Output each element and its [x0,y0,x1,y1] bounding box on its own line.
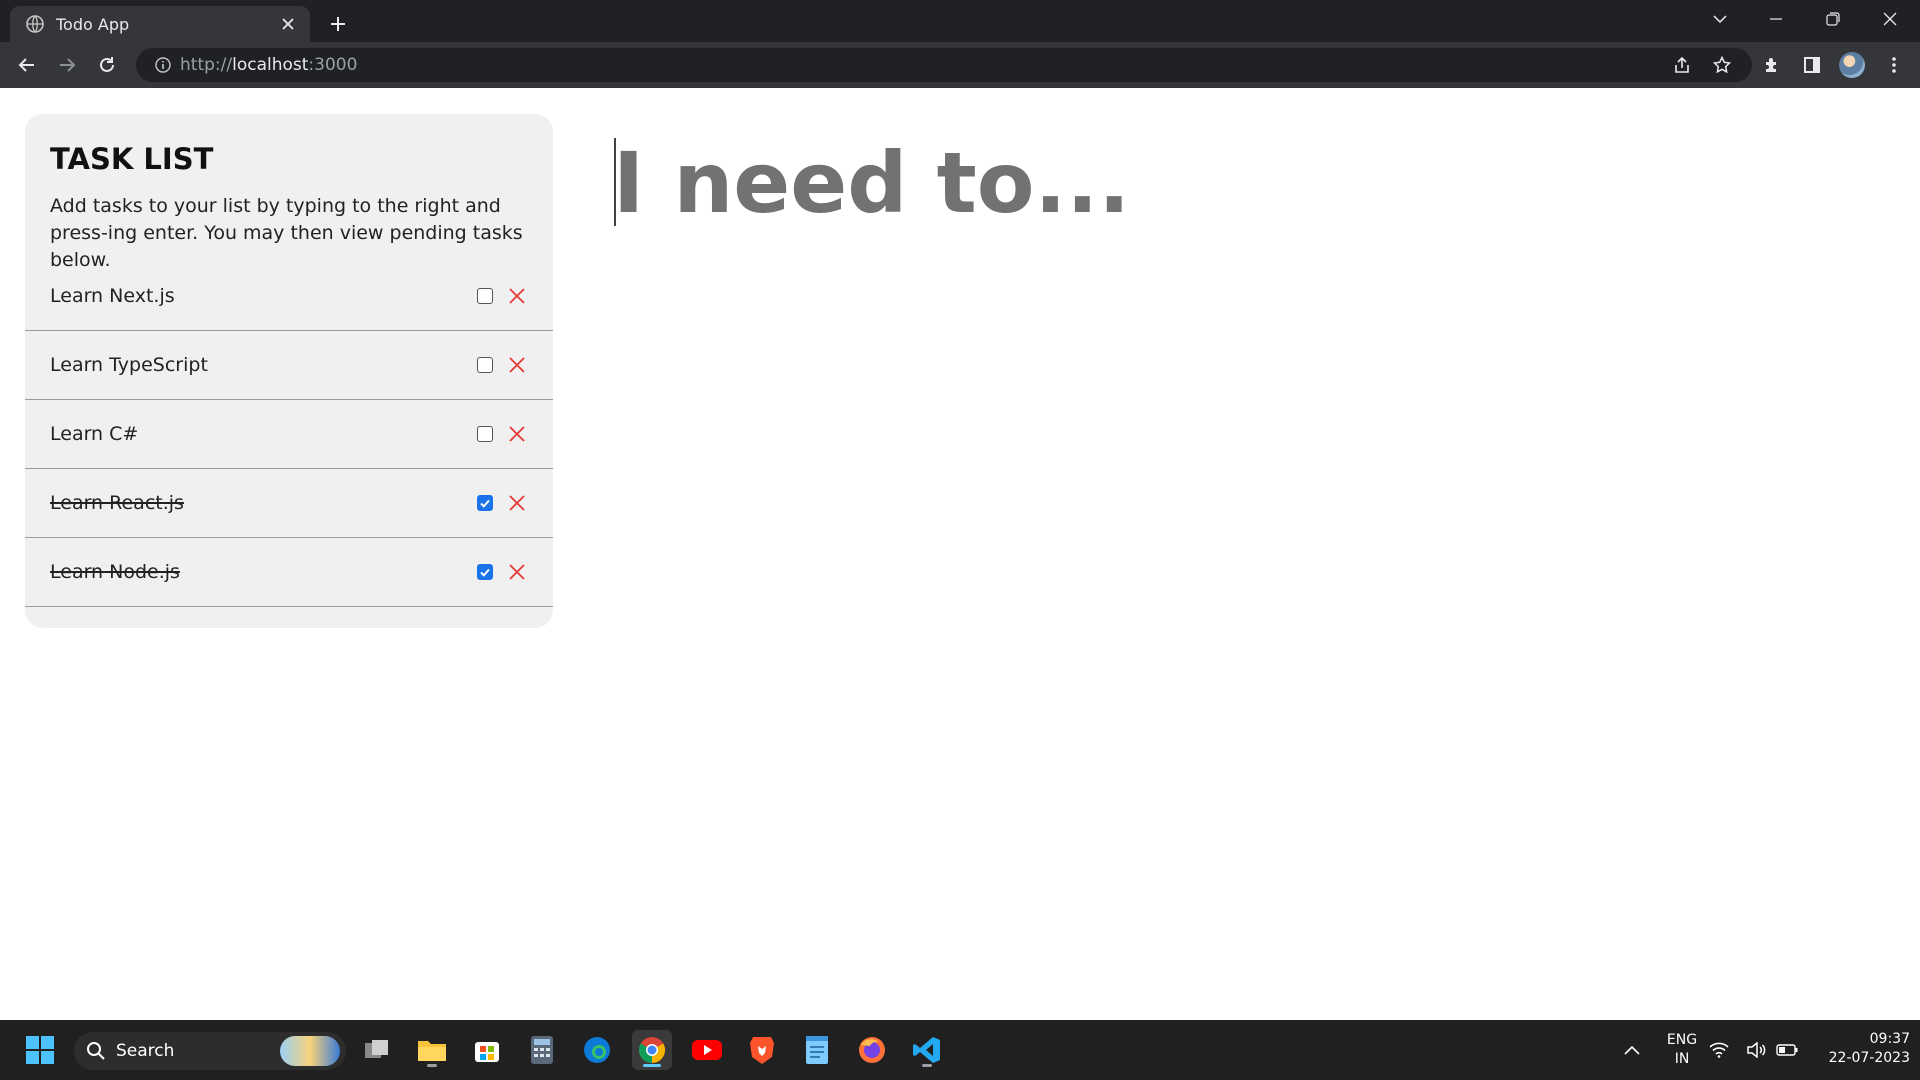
delete-task-icon[interactable] [507,355,527,375]
youtube-icon[interactable] [687,1030,727,1070]
task-list-panel: TASK LIST Add tasks to your list by typi… [25,114,553,628]
running-indicator [643,1064,661,1067]
minimize-icon[interactable] [1748,0,1804,38]
tray-chevron-icon[interactable] [1612,1030,1652,1070]
address-bar[interactable]: http://localhost:3000 [136,48,1752,82]
text-caret [614,138,616,226]
task-checkbox[interactable] [477,495,493,511]
task-row: Learn Node.js [25,538,553,607]
running-indicator [427,1064,437,1067]
star-icon[interactable] [1706,49,1738,81]
task-checkbox[interactable] [477,357,493,373]
clock-date: 22-07-2023 [1828,1050,1910,1066]
browser-toolbar: http://localhost:3000 [0,42,1920,88]
task-label: Learn TypeScript [50,354,208,376]
chevron-down-icon[interactable] [1692,0,1748,38]
clock-time: 09:37 [1869,1031,1910,1047]
back-icon[interactable] [11,49,43,81]
edge-icon[interactable] [577,1030,617,1070]
task-label: Learn React.js [50,492,184,514]
task-list: Learn Next.js Learn TypeScript Learn C# Lea… [25,262,553,607]
search-icon [86,1041,106,1061]
task-row: Learn C# [25,400,553,469]
task-checkbox[interactable] [477,426,493,442]
delete-task-icon[interactable] [507,424,527,444]
browser-tab[interactable]: Todo App [10,6,310,42]
firefox-icon[interactable] [852,1030,892,1070]
windows-start-icon[interactable] [20,1030,60,1070]
search-highlight-art [280,1036,340,1066]
taskbar-search[interactable]: Search [74,1032,346,1070]
close-icon[interactable] [274,10,302,38]
calculator-icon[interactable] [522,1030,562,1070]
checkmark-icon [480,499,490,508]
plus-icon[interactable] [322,8,354,40]
task-checkbox[interactable] [477,564,493,580]
window-close-icon[interactable] [1862,0,1918,38]
page-content: TASK LIST Add tasks to your list by typi… [0,88,1920,1020]
task-row: Learn TypeScript [25,331,553,400]
running-indicator [922,1064,932,1067]
share-icon[interactable] [1666,49,1698,81]
restore-icon[interactable] [1805,0,1861,38]
wifi-icon[interactable] [1707,1030,1731,1070]
checkmark-icon [480,568,490,577]
task-view-icon[interactable] [357,1030,397,1070]
store-icon[interactable] [467,1030,507,1070]
task-input[interactable] [613,128,1813,238]
url-host: localhost [232,55,309,75]
windows-taskbar: Search ENG IN 09:37 22-07-2023 [0,1020,1920,1080]
language-line2: IN [1674,1051,1690,1067]
notepad-icon[interactable] [797,1030,837,1070]
task-checkbox[interactable] [477,288,493,304]
file-explorer-icon[interactable] [412,1030,452,1070]
delete-task-icon[interactable] [507,493,527,513]
url-scheme: http:// [180,55,233,75]
info-icon[interactable] [146,48,180,82]
volume-icon[interactable] [1745,1030,1769,1070]
task-row: Learn Next.js [25,262,553,331]
brave-icon[interactable] [742,1030,782,1070]
task-row: Learn React.js [25,469,553,538]
url-port: :3000 [308,55,358,75]
taskbar-search-label: Search [116,1041,175,1061]
menu-icon[interactable] [1878,49,1910,81]
delete-task-icon[interactable] [507,562,527,582]
tab-title: Todo App [56,14,130,34]
forward-icon[interactable] [51,49,83,81]
reload-icon[interactable] [91,49,123,81]
globe-icon [26,15,44,33]
language-line1: ENG [1666,1032,1698,1048]
side-panel-icon[interactable] [1796,49,1828,81]
task-label: Learn C# [50,423,139,445]
chrome-icon[interactable] [632,1030,672,1070]
vscode-icon[interactable] [907,1030,947,1070]
language-indicator[interactable]: ENG IN [1662,1031,1702,1069]
panel-title: TASK LIST [50,142,214,176]
extensions-icon[interactable] [1756,49,1788,81]
browser-tab-bar: Todo App [0,0,1920,42]
profile-avatar[interactable] [1839,52,1865,78]
task-label: Learn Next.js [50,285,175,307]
clock[interactable]: 09:37 22-07-2023 [1810,1030,1910,1068]
battery-icon[interactable] [1775,1030,1799,1070]
delete-task-icon[interactable] [507,286,527,306]
task-label: Learn Node.js [50,561,180,583]
